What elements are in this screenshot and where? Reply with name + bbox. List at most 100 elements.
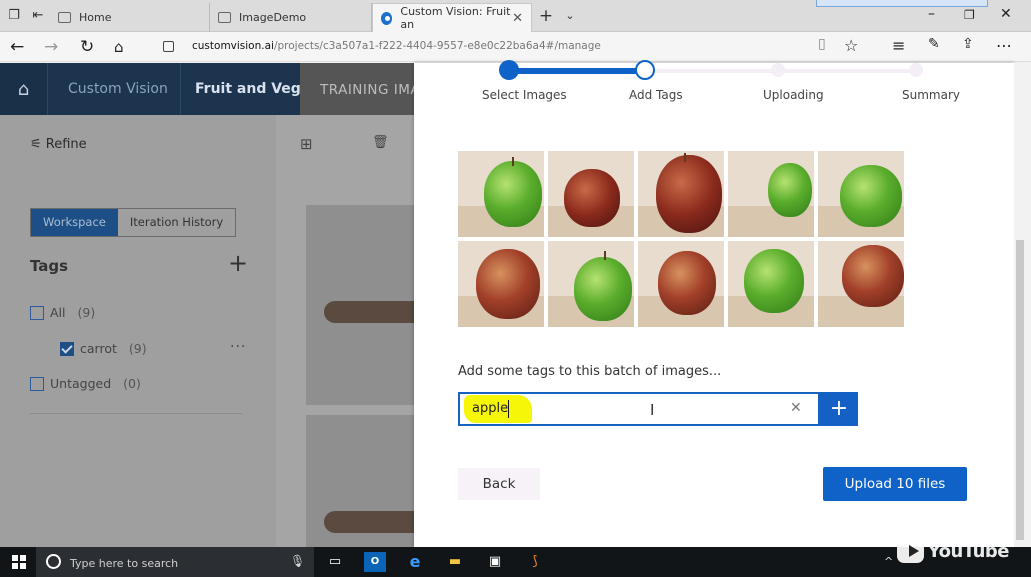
apple-image [548,151,634,237]
carrot-shape [324,301,416,323]
step-label: Add Tags [629,88,683,102]
segment-workspace[interactable]: Workspace [31,209,118,236]
file-explorer-icon[interactable]: ▬ [444,552,466,572]
image-grid [458,151,904,327]
restore-icon[interactable]: ❐ [964,8,975,22]
app-icon[interactable]: ⟆ [524,552,546,572]
tag-input[interactable] [472,401,592,416]
task-view-icon[interactable]: ▭ [324,552,346,572]
step-dot-pending [771,63,785,77]
step-dot-current [635,60,655,80]
tray-chevron-icon[interactable]: ^ [884,555,893,568]
refresh-icon[interactable]: ↻ [80,37,94,57]
new-tab-icon[interactable]: + [538,8,554,25]
home-icon[interactable]: ⌂ [114,37,124,57]
tab-custom-vision[interactable]: Custom Vision: Fruit an ✕ [372,3,532,32]
more-icon[interactable]: ⋯ [996,36,1012,55]
add-tag-button[interactable]: + [820,392,858,426]
refine-button[interactable]: ⚟ Refine [30,137,87,152]
windows-taskbar: Type here to search 🎙 ▭ O e ▬ ▣ ⟆ ^ [0,547,1031,577]
chevron-down-icon[interactable]: ⌄ [562,8,578,24]
tag-row-all[interactable]: All (9) [30,305,95,320]
share-icon[interactable]: ⇪ [962,36,974,52]
web-note-icon[interactable]: ✎ [928,36,940,52]
reading-view-icon[interactable]: ▯ [818,36,826,52]
set-aside-tabs-icon[interactable]: ⇤ [30,8,46,24]
add-tag-icon[interactable]: + [228,251,248,275]
favorite-star-icon[interactable]: ☆ [844,36,858,55]
tab-label: ImageDemo [239,11,307,24]
project-name[interactable]: Fruit and Veg [180,63,316,115]
custom-vision-favicon-icon [381,11,393,25]
apple-image [458,151,544,237]
tab-home[interactable]: Home [50,3,210,32]
home-icon[interactable]: ⌂ [0,63,48,115]
taskbar-search[interactable]: Type here to search 🎙 [36,547,314,577]
tag-input-box[interactable]: I ✕ [458,392,820,426]
forward-arrow-icon[interactable]: → [44,37,58,57]
hub-icon[interactable]: ≡ [892,36,905,55]
close-tab-icon[interactable]: ✕ [512,11,523,26]
page-icon [58,12,71,23]
tab-label: Home [79,11,112,24]
segment-iteration-history[interactable]: Iteration History [118,209,235,236]
url-path: /projects/c3a507a1-f222-4404-9557-e8e0c2… [273,40,601,52]
add-images-icon[interactable]: ⊞ [300,135,313,153]
carrot-shape [324,511,416,533]
edge-icon[interactable]: e [404,552,426,572]
delete-icon[interactable]: 🗑 [372,135,389,150]
workspace-toggle: Workspace Iteration History [30,208,237,237]
tag-row-untagged[interactable]: Untagged (0) [30,376,141,391]
tag-row-carrot[interactable]: carrot (9) [60,341,147,356]
extension-strip [816,0,988,7]
scrollbar-thumb[interactable] [1016,240,1024,540]
youtube-watermark: YouTube [897,537,1010,565]
back-button[interactable]: Back [458,468,540,500]
tab-actions-icon[interactable]: ❐ [6,8,22,24]
carrot-image-thumbnail[interactable] [306,415,416,547]
refine-label: Refine [45,137,87,152]
carrot-image-thumbnail[interactable] [306,205,416,405]
wizard-steps: Select Images Add Tags Uploading Summary [414,60,1014,103]
plus-icon: + [829,396,849,421]
tag-more-icon[interactable]: ··· [230,339,246,355]
tags-heading: Tags [30,257,69,275]
youtube-logo-text: YouTube [927,540,1010,562]
apple-image [728,151,814,237]
apple-image [728,241,814,327]
tab-label: Custom Vision: Fruit an [400,5,511,31]
page-icon [218,12,231,23]
tab-imagedemo[interactable]: ImageDemo [210,3,372,32]
search-placeholder: Type here to search [70,557,179,570]
progress-fill [508,68,644,74]
apple-image [818,151,904,237]
checkbox[interactable] [30,305,44,320]
close-window-icon[interactable]: ✕ [1000,6,1012,22]
clear-icon[interactable]: ✕ [790,400,802,416]
outlook-icon[interactable]: O [364,552,386,572]
checkbox[interactable] [30,376,44,391]
apple-image [638,241,724,327]
url-field[interactable]: customvision.ai/projects/c3a507a1-f222-4… [192,40,601,52]
minimize-icon[interactable]: – [928,6,935,22]
url-host: customvision.ai [192,40,274,52]
filter-icon: ⚟ [30,137,42,152]
text-cursor-icon: I [650,401,655,419]
screen: ❐ ⇤ Home ImageDemo Custom Vision: Fruit … [0,0,1031,577]
apple-image [458,241,544,327]
back-arrow-icon[interactable]: ← [10,37,24,57]
apple-image [818,241,904,327]
store-icon[interactable]: ▣ [484,552,506,572]
upload-button[interactable]: Upload 10 files [823,467,967,501]
step-label: Uploading [763,88,824,102]
divider [30,413,242,414]
tag-count: (0) [123,376,141,391]
step-label: Summary [902,88,960,102]
text-caret [508,400,509,418]
microphone-icon[interactable]: 🎙 [290,554,305,568]
windows-start-icon[interactable] [12,555,26,569]
apple-image [638,151,724,237]
product-name[interactable]: Custom Vision [68,81,168,97]
checkbox[interactable] [60,341,74,356]
browser-tab-strip: ❐ ⇤ Home ImageDemo Custom Vision: Fruit … [0,0,1031,32]
